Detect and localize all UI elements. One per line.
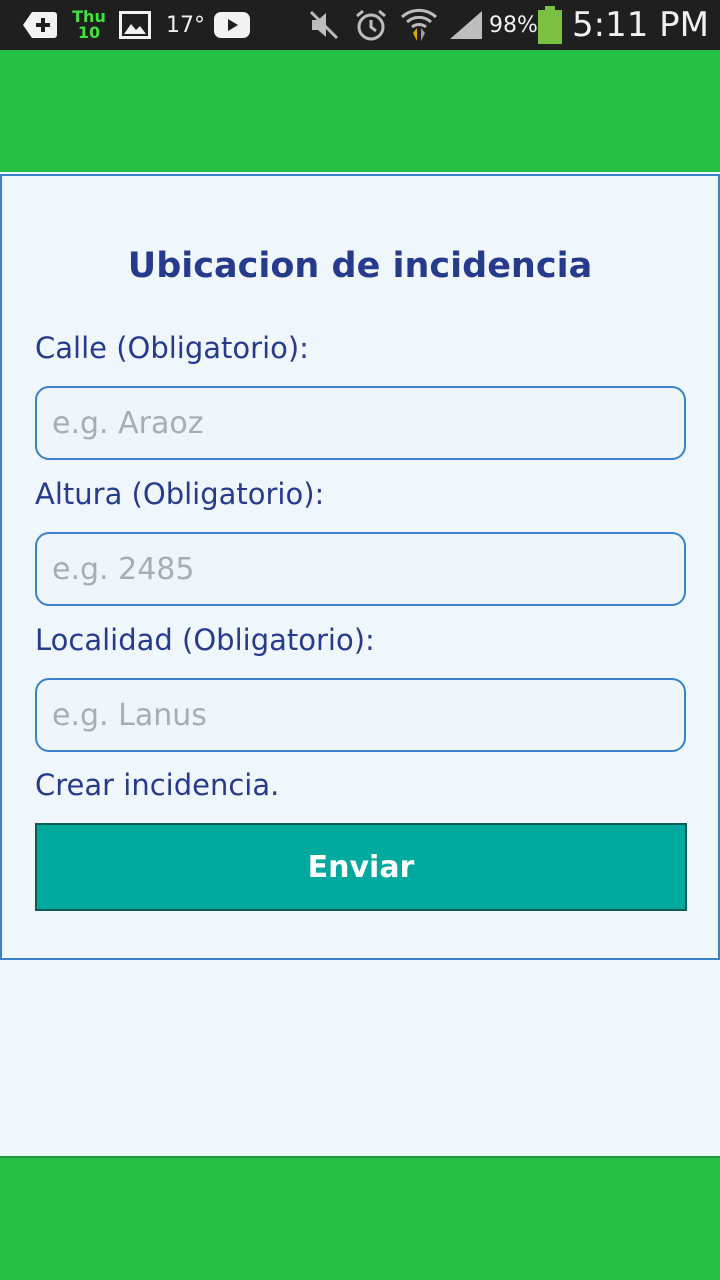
temperature: 17° [166,12,205,38]
locality-label: Localidad (Obligatorio): [35,623,375,657]
street-label: Calle (Obligatorio): [35,331,309,365]
clock: 5:11 PM [572,5,709,45]
submit-button[interactable]: Enviar [35,823,687,911]
battery-icon [537,0,563,50]
form-title: Ubicacion de incidencia [127,246,593,286]
alarm-icon [354,0,388,50]
calendar-date: Thu 10 [72,0,106,50]
youtube-icon [214,0,250,50]
incident-location-form: Ubicacion de incidencia Calle (Obligator… [0,174,720,960]
add-notification-icon [22,0,58,50]
image-icon [119,0,151,50]
calendar-date-number: 10 [77,23,101,42]
create-incident-caption: Crear incidencia. [35,768,280,802]
number-input[interactable] [35,532,686,606]
header-bar [0,50,720,172]
wifi-icon [400,0,438,50]
street-input[interactable] [35,386,686,460]
mute-icon [308,0,340,50]
footer-bar [0,1156,720,1280]
status-bar: Thu 10 17° 98% 5:11 PM [0,0,720,50]
number-label: Altura (Obligatorio): [35,477,325,511]
locality-input[interactable] [35,678,686,752]
battery-percent: 98% [489,12,538,38]
signal-icon [448,0,484,50]
